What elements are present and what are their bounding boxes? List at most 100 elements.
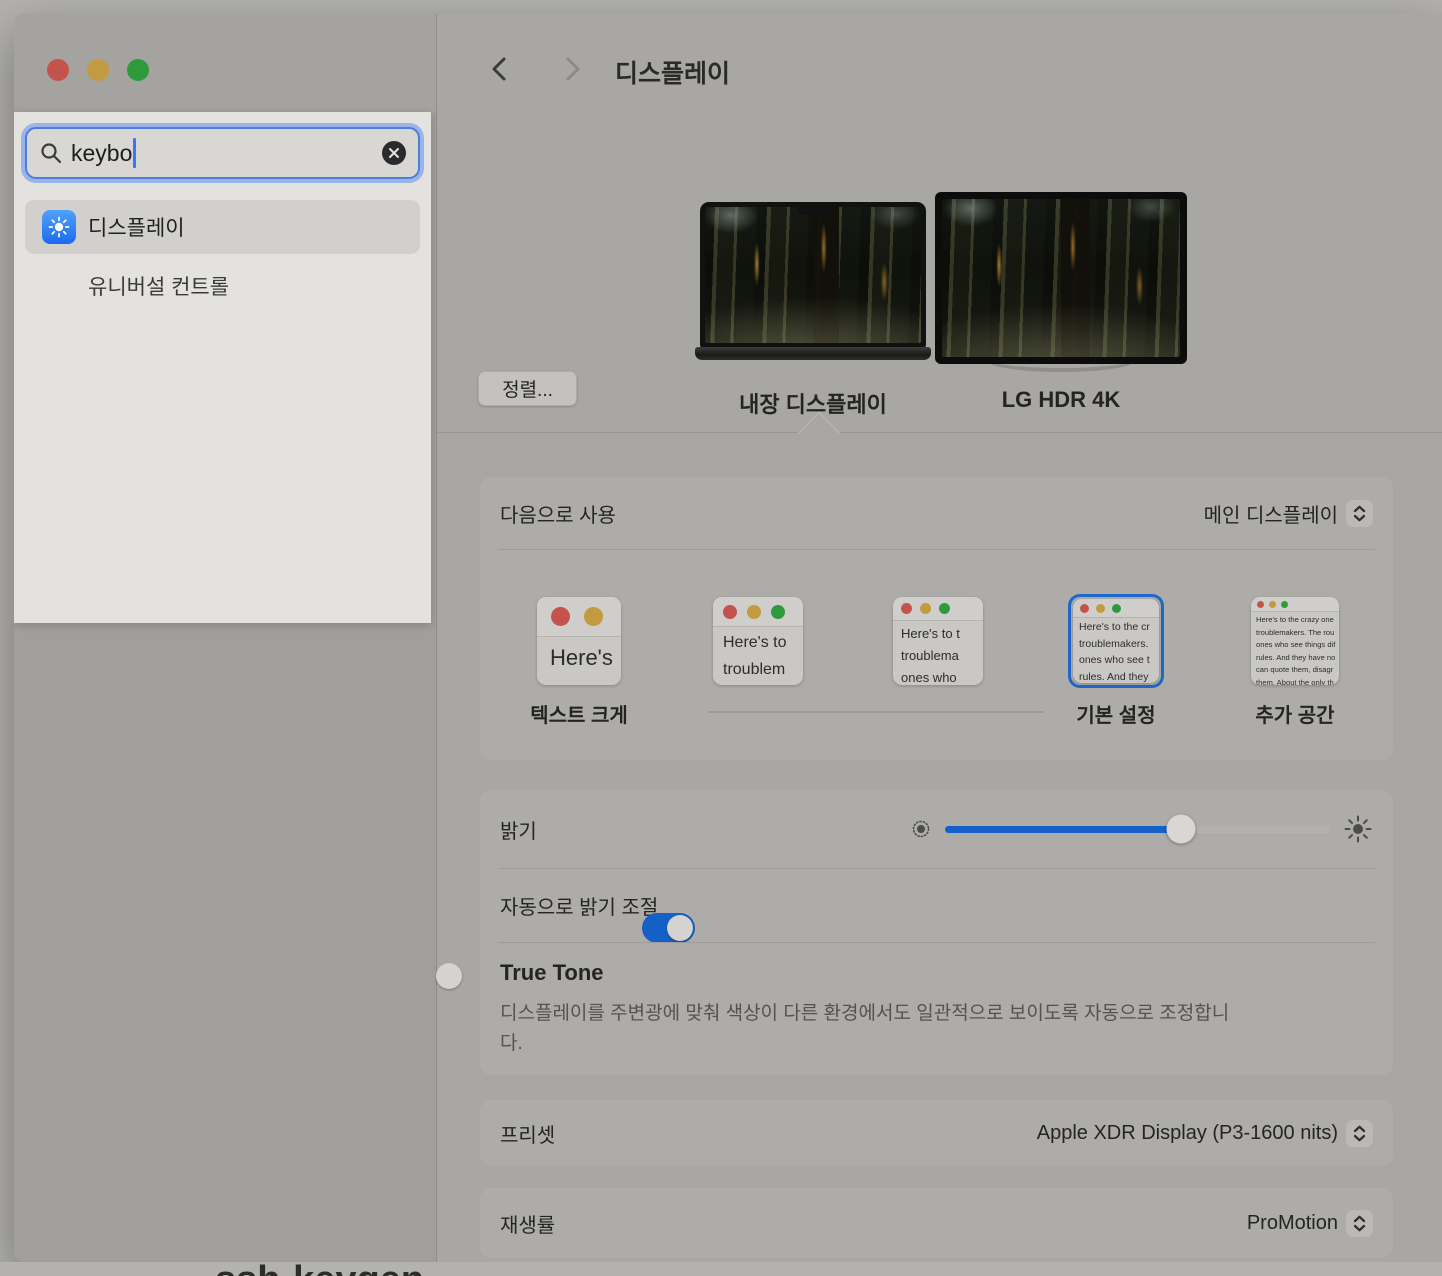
close-window-button[interactable]	[47, 59, 69, 81]
sample-text: rules. And they	[1073, 668, 1159, 684]
toggle-knob	[436, 963, 462, 989]
true-tone-row: True Tone 디스플레이를 주변광에 맞춰 색상이 다른 환경에서도 일관…	[480, 943, 1393, 1075]
sample-text: Here's to t	[893, 621, 983, 643]
scaling-option-default-selected-ring: Here's to the cr troublemakers. ones who…	[1068, 594, 1164, 688]
minimize-window-button[interactable]	[87, 59, 109, 81]
text-cursor	[133, 138, 136, 168]
mini-window-titlebar	[1251, 597, 1339, 612]
sample-text: them. About the only th	[1251, 675, 1339, 685]
brightness-row: 밝기	[480, 790, 1393, 868]
preset-card: 프리셋 Apple XDR Display (P3-1600 nits)	[480, 1100, 1393, 1166]
preset-popup[interactable]: Apple XDR Display (P3-1600 nits)	[1037, 1120, 1373, 1147]
refresh-rate-popup[interactable]: ProMotion	[1247, 1210, 1373, 1237]
zoom-window-button[interactable]	[127, 59, 149, 81]
sidebar: keybo	[14, 14, 437, 1262]
mini-minimize-icon	[920, 603, 931, 614]
search-input-value: keybo	[71, 140, 132, 167]
toggle-knob	[667, 915, 693, 941]
search-result-label: 유니버설 컨트롤	[88, 271, 229, 301]
scaling-option-more-space[interactable]: Here's to the crazy one troublemakers. T…	[1251, 597, 1339, 685]
arrange-button[interactable]: 정렬...	[478, 371, 577, 406]
scaling-option-3[interactable]: Here's to t troublema ones who	[893, 597, 983, 685]
monitor-frame	[935, 192, 1187, 364]
back-button[interactable]	[485, 54, 515, 84]
display-settings-card: 다음으로 사용 메인 디스플레이	[480, 477, 1393, 760]
search-input[interactable]: keybo	[25, 127, 420, 179]
mini-minimize-icon	[747, 605, 761, 619]
sample-text: troublemakers. The rou	[1251, 625, 1339, 638]
background-window-text: ssh-keygen	[215, 1262, 424, 1276]
preset-label: 프리셋	[500, 1119, 555, 1148]
sample-text: ones who see t	[1073, 651, 1159, 668]
sample-text: troublemakers.	[1073, 635, 1159, 652]
laptop-screen	[700, 202, 926, 348]
chevron-up-down-icon[interactable]	[1346, 500, 1373, 527]
sample-text: can quote them, disagr	[1251, 662, 1339, 675]
true-tone-description: 디스플레이를 주변광에 맞춰 색상이 다른 환경에서도 일관적으로 보이도록 자…	[500, 999, 1240, 1059]
chevron-up-down-icon[interactable]	[1346, 1120, 1373, 1147]
preset-value: Apple XDR Display (P3-1600 nits)	[1037, 1122, 1338, 1145]
system-settings-window: keybo	[14, 14, 1442, 1262]
search-result-label: 디스플레이	[88, 212, 185, 242]
refresh-rate-value: ProMotion	[1247, 1212, 1338, 1235]
wallpaper-image	[705, 207, 921, 343]
builtin-display-label: 내장 디스플레이	[693, 387, 933, 419]
mini-window-titlebar	[713, 597, 803, 627]
mini-close-icon	[723, 605, 737, 619]
sample-text: Here's to the crazy one	[1251, 612, 1339, 625]
brightness-high-icon	[1343, 814, 1373, 844]
brightness-card: 밝기	[480, 790, 1393, 1075]
mini-minimize-icon	[1269, 601, 1276, 608]
forward-button[interactable]	[557, 54, 587, 84]
sample-text: troublema	[893, 643, 983, 665]
brightness-slider-thumb[interactable]	[1167, 815, 1196, 844]
use-as-row: 다음으로 사용 메인 디스플레이	[480, 477, 1393, 549]
sample-text: ones who	[893, 665, 983, 685]
mini-zoom-icon	[1281, 601, 1288, 608]
section-divider	[437, 432, 1442, 433]
refresh-rate-card: 재생률 ProMotion	[480, 1188, 1393, 1258]
mini-close-icon	[901, 603, 912, 614]
mini-zoom-icon	[939, 603, 950, 614]
search-icon	[39, 141, 63, 165]
scaling-option-default[interactable]: Here's to the cr troublemakers. ones who…	[1073, 599, 1159, 683]
refresh-rate-label: 재생률	[500, 1209, 555, 1238]
row-divider	[498, 549, 1375, 550]
desktop-background: ssh-keygen	[0, 1262, 1442, 1276]
main-content: 디스플레이 내장 디스플레이 LG HDR 4K 정렬...	[437, 14, 1442, 1262]
true-tone-label: True Tone	[500, 960, 604, 986]
clear-search-button[interactable]	[382, 141, 406, 165]
use-as-popup[interactable]: 메인 디스플레이	[1204, 499, 1373, 528]
sample-text: Here's to	[713, 627, 803, 654]
mini-close-icon	[1257, 601, 1264, 608]
use-as-label: 다음으로 사용	[500, 499, 616, 528]
sample-text: Here's to the cr	[1073, 618, 1159, 635]
laptop-base	[695, 347, 931, 360]
mini-minimize-icon	[584, 607, 603, 626]
mini-close-icon	[551, 607, 570, 626]
sample-text: ones who see things dif	[1251, 637, 1339, 650]
brightness-slider-fill	[945, 826, 1181, 833]
builtin-display-thumbnail[interactable]	[695, 202, 931, 362]
scaling-option-2[interactable]: Here's to troublem	[713, 597, 803, 685]
refresh-rate-row: 재생률 ProMotion	[480, 1188, 1393, 1258]
auto-brightness-toggle[interactable]	[642, 913, 695, 943]
mini-window-titlebar	[893, 597, 983, 621]
scaling-option-larger-text[interactable]: Here's	[537, 597, 621, 685]
screen: keybo	[0, 0, 1442, 1276]
wallpaper-image	[942, 199, 1180, 357]
sample-text: troublem	[713, 654, 803, 681]
mini-minimize-icon	[1096, 604, 1105, 613]
mini-window-titlebar	[1073, 599, 1159, 618]
scaling-label-larger-text: 텍스트 크게	[507, 699, 651, 728]
search-result-universal-control[interactable]: 유니버설 컨트롤	[25, 264, 420, 308]
brightness-slider[interactable]	[945, 826, 1330, 833]
display-brightness-icon	[42, 210, 76, 244]
page-title: 디스플레이	[615, 54, 730, 90]
laptop-notch	[798, 207, 828, 215]
search-result-displays[interactable]: 디스플레이	[25, 200, 420, 254]
scaling-track-line	[708, 711, 1044, 713]
external-display-thumbnail[interactable]	[935, 192, 1187, 364]
sample-text: rules. And they have no	[1251, 650, 1339, 663]
chevron-up-down-icon[interactable]	[1346, 1210, 1373, 1237]
